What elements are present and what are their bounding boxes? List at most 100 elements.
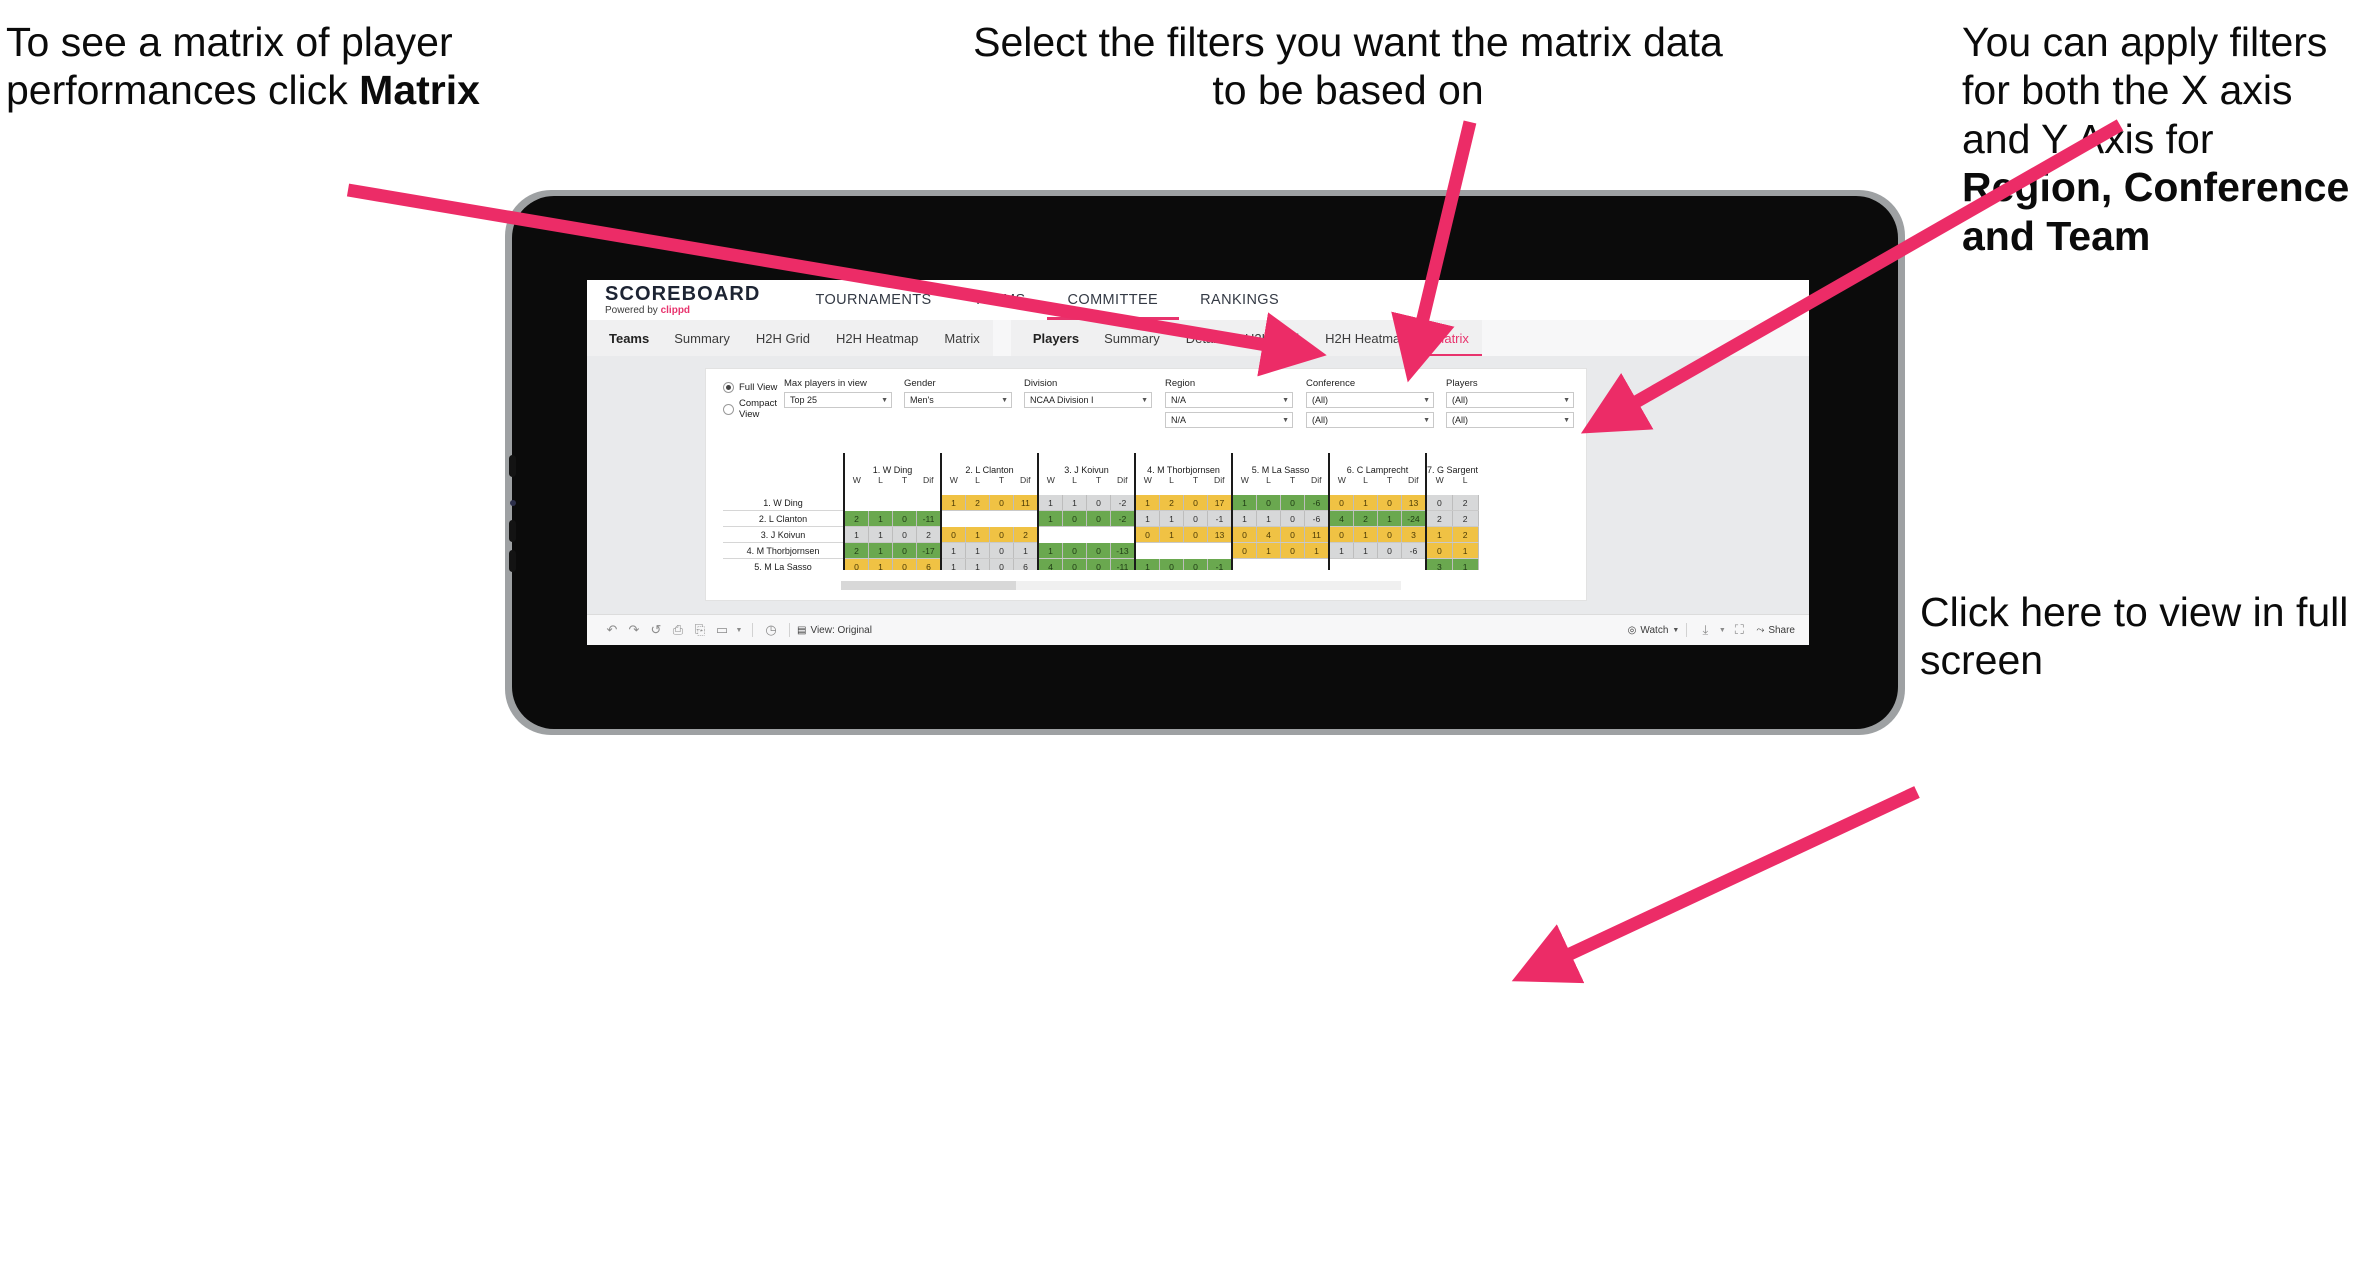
brand-logo[interactable]: SCOREBOARD Powered by clippd (605, 284, 760, 316)
matrix-cell[interactable]: 3 (1401, 526, 1427, 543)
filter-max-players-select[interactable]: Top 25 ▼ (784, 392, 892, 408)
matrix-column-header[interactable]: 7. G Sargent (1424, 453, 1479, 475)
redo-icon[interactable]: ↷ (623, 621, 645, 639)
filter-division-select[interactable]: NCAA Division I ▼ (1024, 392, 1152, 408)
matrix-cell[interactable]: 2 (843, 510, 869, 527)
tab-players-h2h-heatmap[interactable]: H2H Heatmap (1312, 320, 1420, 356)
matrix-cell[interactable]: 2 (1013, 526, 1039, 543)
matrix-cell[interactable]: 11 (1013, 495, 1039, 511)
matrix-cell-empty[interactable] (1062, 526, 1087, 543)
matrix-cell-empty[interactable] (892, 495, 917, 511)
matrix-cell-empty[interactable] (1256, 558, 1281, 570)
matrix-cell[interactable]: 2 (1424, 510, 1453, 527)
matrix-cell[interactable]: 0 (1062, 510, 1087, 527)
filter-conference-select-y[interactable]: (All) ▼ (1306, 412, 1434, 428)
matrix-cell[interactable]: 0 (1328, 495, 1354, 511)
tab-teams-h2h-grid[interactable]: H2H Grid (743, 320, 823, 356)
matrix-cell[interactable]: 0 (1086, 542, 1111, 559)
matrix-cell[interactable]: 2 (965, 495, 990, 511)
matrix-cell[interactable]: 2 (1353, 510, 1378, 527)
matrix-cell[interactable]: 0 (1086, 510, 1111, 527)
matrix-cell-empty[interactable] (940, 510, 966, 527)
matrix-cell[interactable]: -2 (1110, 495, 1136, 511)
matrix-cell[interactable]: 1 (868, 526, 893, 543)
matrix-cell[interactable]: 0 (1086, 558, 1111, 570)
matrix-cell-empty[interactable] (1183, 542, 1208, 559)
refresh-icon[interactable]: ⎙ (667, 621, 689, 639)
matrix-cell[interactable]: 1 (940, 495, 966, 511)
matrix-cell[interactable]: 0 (1328, 526, 1354, 543)
matrix-cell-empty[interactable] (1086, 526, 1111, 543)
matrix-cell[interactable]: 0 (1183, 510, 1208, 527)
topnav-item-tournaments[interactable]: TOURNAMENTS (794, 280, 952, 320)
matrix-cell[interactable]: -6 (1304, 510, 1330, 527)
matrix-cell[interactable]: -6 (1401, 542, 1427, 559)
matrix-cell-empty[interactable] (1401, 558, 1427, 570)
matrix-cell[interactable]: 1 (1231, 510, 1257, 527)
matrix-cell[interactable]: 0 (1256, 495, 1281, 511)
matrix-cell-empty[interactable] (868, 495, 893, 511)
matrix-cell[interactable]: 0 (892, 526, 917, 543)
matrix-cell-empty[interactable] (989, 510, 1014, 527)
matrix-cell[interactable]: 1 (1452, 558, 1479, 570)
watch-button[interactable]: ◎ Watch ▼ (1628, 625, 1680, 636)
matrix-cell[interactable]: 11 (1304, 526, 1330, 543)
matrix-cell[interactable]: 1 (965, 526, 990, 543)
matrix-cell[interactable]: -11 (1110, 558, 1136, 570)
topnav-item-teams[interactable]: TEAMS (953, 280, 1047, 320)
matrix-cell[interactable]: -24 (1401, 510, 1427, 527)
matrix-cell[interactable]: -2 (1110, 510, 1136, 527)
matrix-cell[interactable]: 1 (1231, 495, 1257, 511)
matrix-cell[interactable]: 0 (1377, 542, 1402, 559)
tab-players-detail[interactable]: Detail (1173, 320, 1232, 356)
topnav-item-rankings[interactable]: RANKINGS (1179, 280, 1300, 320)
matrix-cell[interactable]: 1 (940, 558, 966, 570)
matrix-cell[interactable]: 3 (1424, 558, 1453, 570)
matrix-cell[interactable]: 0 (892, 558, 917, 570)
matrix-cell[interactable]: 0 (1086, 495, 1111, 511)
matrix-column-header[interactable]: 6. C Lamprecht (1328, 453, 1426, 475)
matrix-cell[interactable]: 13 (1401, 495, 1427, 511)
filter-conference-select-x[interactable]: (All) ▼ (1306, 392, 1434, 408)
matrix-cell-empty[interactable] (965, 510, 990, 527)
matrix-cell[interactable]: 0 (989, 558, 1014, 570)
filter-players-select-y[interactable]: (All) ▼ (1446, 412, 1574, 428)
tab-players-matrix[interactable]: Matrix (1421, 320, 1482, 356)
matrix-scroll-area[interactable]: 1. W Ding 2. L Clanton 3. J Koivun 4. M Tho… (706, 453, 1586, 570)
matrix-cell-empty[interactable] (1328, 558, 1354, 570)
matrix-cell-empty[interactable] (1377, 558, 1402, 570)
matrix-cell[interactable]: 1 (868, 558, 893, 570)
matrix-cell[interactable]: 0 (1159, 558, 1184, 570)
matrix-cell[interactable]: 0 (1280, 542, 1305, 559)
matrix-cell[interactable]: -13 (1110, 542, 1136, 559)
matrix-cell[interactable]: 1 (1256, 542, 1281, 559)
matrix-cell[interactable]: 0 (843, 558, 869, 570)
matrix-cell-empty[interactable] (1353, 558, 1378, 570)
pause-icon[interactable]: ⎘ (689, 621, 711, 639)
matrix-cell[interactable]: 17 (1207, 495, 1233, 511)
matrix-cell[interactable]: 2 (1452, 495, 1479, 511)
matrix-cell[interactable]: -6 (1304, 495, 1330, 511)
matrix-cell-empty[interactable] (1231, 558, 1257, 570)
matrix-cell[interactable]: 1 (1134, 558, 1160, 570)
matrix-cell[interactable]: 1 (843, 526, 869, 543)
matrix-cell[interactable]: 0 (1062, 542, 1087, 559)
matrix-cell[interactable]: 0 (989, 526, 1014, 543)
matrix-cell[interactable]: 1 (1328, 542, 1354, 559)
matrix-row-header[interactable]: 5. M La Sasso (723, 558, 844, 570)
matrix-cell[interactable]: 0 (1231, 542, 1257, 559)
tab-teams-h2h-heatmap[interactable]: H2H Heatmap (823, 320, 931, 356)
matrix-cell[interactable]: 0 (1280, 510, 1305, 527)
matrix-cell[interactable]: 0 (1280, 495, 1305, 511)
horizontal-scrollbar[interactable] (841, 581, 1401, 590)
matrix-cell[interactable]: 0 (1183, 558, 1208, 570)
matrix-cell[interactable]: 1 (1353, 495, 1378, 511)
matrix-cell[interactable]: 1 (1013, 542, 1039, 559)
matrix-cell[interactable]: 1 (1353, 526, 1378, 543)
matrix-cell[interactable]: 0 (1183, 495, 1208, 511)
matrix-cell[interactable]: 1 (1377, 510, 1402, 527)
matrix-cell-empty[interactable] (1134, 542, 1160, 559)
matrix-cell[interactable]: 0 (1231, 526, 1257, 543)
chevron-down-icon[interactable]: ▼ (733, 621, 745, 639)
filter-players-select-x[interactable]: (All) ▼ (1446, 392, 1574, 408)
